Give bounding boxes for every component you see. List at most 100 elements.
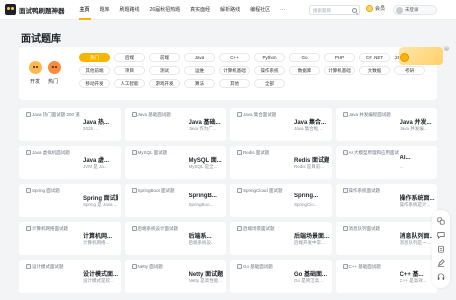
image-alt-text: AI 大模型原理和应用面试题 bbox=[348, 150, 399, 155]
question-bank-card[interactable]: Go 基础面试题 Go 基础面... Go 是简洁高... bbox=[230, 260, 332, 293]
broken-image-icon bbox=[131, 150, 137, 155]
image-alt-text: 后端场景面试题 bbox=[243, 226, 275, 231]
category-tag[interactable]: PHP bbox=[324, 53, 355, 62]
promo-banner[interactable]: × bbox=[395, 45, 453, 69]
broken-image-icon bbox=[342, 264, 348, 269]
duck-logo-icon bbox=[5, 4, 16, 15]
category-tag[interactable]: Java bbox=[184, 53, 215, 62]
vip-link[interactable]: 会员 bbox=[366, 5, 385, 12]
category-tag[interactable]: 数据库 bbox=[289, 66, 320, 75]
category-tag[interactable]: 运维 bbox=[184, 66, 215, 75]
question-bank-card[interactable]: AI 大模型原理和应用面试题 AI...... bbox=[335, 146, 437, 179]
card-cover-image: SpringCloud 面试题 bbox=[237, 188, 293, 213]
card-title: Java 虚... bbox=[83, 158, 110, 164]
category-tag[interactable]: 大数据 bbox=[359, 66, 390, 75]
question-bank-card[interactable]: 操作系统面试题 操作系统面... 操作系统是计... bbox=[335, 184, 437, 217]
image-alt-text: MySQL 面试题 bbox=[137, 150, 168, 155]
logo[interactable]: 面试鸭刷题神器 bbox=[5, 4, 65, 15]
close-icon[interactable]: × bbox=[444, 46, 449, 51]
headset-icon[interactable] bbox=[437, 273, 445, 281]
question-bank-card[interactable]: 设计模式面试题 设计模式面... 设计模式是软... bbox=[19, 260, 121, 293]
card-description: ... bbox=[399, 164, 404, 169]
image-alt-text: Go 基础面试题 bbox=[243, 264, 273, 269]
broken-image-icon bbox=[342, 188, 348, 193]
question-bank-card[interactable]: Java 基础面试题 Java 基础... Java 作为广... bbox=[124, 108, 226, 141]
category-tag[interactable]: 算法 bbox=[184, 79, 215, 88]
card-cover-image: Java 集合面试题 bbox=[237, 112, 293, 137]
page-title: 面试题库 bbox=[21, 34, 61, 45]
nav-item-community[interactable]: 编程社区 bbox=[245, 0, 275, 20]
card-description: 操作系统是计... bbox=[399, 202, 431, 207]
card-cover-image: 后端系统设计面试题 bbox=[131, 226, 188, 251]
search-input[interactable] bbox=[310, 7, 350, 13]
question-bank-card[interactable]: Redis 面试题 Redis 面试题 Redis 是目前... bbox=[230, 146, 332, 179]
category-tag[interactable]: 后端 bbox=[114, 53, 145, 62]
question-bank-card[interactable]: SpringBoot 面试题 SpringB... SpringBoo... bbox=[124, 184, 226, 217]
nav-item-interviews[interactable]: 真实面经 bbox=[185, 0, 215, 20]
category-filter-panel: 开发 热门 热门 后端 前端 Java C++ Python Go PHP C# .NET 26 … bbox=[19, 47, 437, 100]
nav-item-question-bank[interactable]: 题库 bbox=[95, 0, 115, 20]
card-description: 2025 ... bbox=[83, 126, 99, 131]
chat-icon[interactable] bbox=[437, 231, 445, 239]
clipboard-icon[interactable] bbox=[437, 245, 445, 253]
card-description: MySQL 是全... bbox=[188, 164, 218, 169]
card-title: Redis 面试题 bbox=[294, 158, 329, 164]
broken-image-icon bbox=[26, 264, 31, 269]
category-tag[interactable]: 计算机基础 bbox=[324, 66, 355, 75]
category-tag[interactable]: 前端 bbox=[149, 53, 180, 62]
question-bank-card[interactable]: Java 热门面试题 200 道 Java 热... 2025 ... bbox=[19, 108, 121, 141]
question-bank-card[interactable]: 消息队列面试题 消息队列面... 消息队列是一... bbox=[335, 222, 437, 255]
category-tag[interactable]: 移动开发 bbox=[79, 79, 110, 88]
nav-item-home[interactable]: 主页 bbox=[75, 0, 95, 20]
card-description: Go 是简洁高... bbox=[294, 278, 324, 283]
broken-image-icon bbox=[26, 112, 31, 117]
category-tag[interactable]: Go bbox=[289, 53, 320, 62]
question-bank-card[interactable]: Java 并发编程面试题 Java 并发... Java 并发编... bbox=[335, 108, 437, 141]
translate-icon[interactable] bbox=[437, 217, 445, 225]
category-tag[interactable]: 热门 bbox=[79, 53, 110, 62]
card-description: Java 并发编... bbox=[399, 126, 428, 131]
hot-category-group: 开发 热门 bbox=[27, 61, 87, 91]
question-bank-card[interactable]: MySQL 面试题 MySQL 面... MySQL 是全... bbox=[124, 146, 226, 179]
question-bank-card[interactable]: 计算机网络面试题 计算机网... 计算机网络... bbox=[19, 222, 121, 255]
login-button[interactable]: 未登录 bbox=[393, 5, 437, 15]
category-tag[interactable]: 人工智能 bbox=[114, 79, 145, 88]
category-tag[interactable]: 游戏开发 bbox=[149, 79, 180, 88]
search-icon[interactable] bbox=[352, 7, 357, 13]
category-tag[interactable]: C# .NET bbox=[359, 53, 390, 62]
broken-image-icon bbox=[131, 112, 137, 117]
image-alt-text: Redis 面试题 bbox=[243, 150, 270, 155]
question-bank-card[interactable]: Java 集合面试题 Java 集合... Java 集合框... bbox=[230, 108, 332, 141]
card-cover-image: 后端场景面试题 bbox=[237, 226, 293, 251]
category-tag[interactable]: 项目 bbox=[114, 66, 145, 75]
category-tag[interactable]: 计算机基础 bbox=[219, 66, 250, 75]
image-alt-text: Java 热门面试题 200 道 bbox=[32, 112, 80, 117]
category-tag[interactable]: 其他前端 bbox=[79, 66, 110, 75]
broken-image-icon bbox=[237, 150, 242, 155]
card-title: Go 基础面... bbox=[294, 272, 328, 278]
category-tag[interactable]: C++ bbox=[219, 53, 250, 62]
category-tag[interactable]: 操作系统 bbox=[254, 66, 285, 75]
card-title: 后端系... bbox=[188, 234, 212, 240]
edit-icon[interactable] bbox=[437, 259, 445, 267]
category-tag[interactable]: 全部 bbox=[254, 79, 285, 88]
question-bank-card[interactable]: 后端系统设计面试题 后端系... 后端系统设... bbox=[124, 222, 226, 255]
broken-image-icon bbox=[26, 188, 31, 193]
nav-more[interactable]: ··· bbox=[275, 0, 290, 20]
category-tag[interactable]: Python bbox=[254, 53, 285, 62]
question-bank-card[interactable]: Java 虚拟机面试题 Java 虚... JVM 是 Ja... bbox=[19, 146, 121, 179]
image-alt-text: Java 并发编程面试题 bbox=[348, 112, 391, 117]
category-tag[interactable]: 测试 bbox=[149, 66, 180, 75]
card-title: 后端场景面... bbox=[294, 234, 329, 240]
nav-item-analysis[interactable]: 解析路线 bbox=[215, 0, 245, 20]
question-bank-card[interactable]: SpringCloud 面试题 Spring... SpringClo... bbox=[230, 184, 332, 217]
question-bank-card[interactable]: 后端场景面试题 后端场景面... 后端开发中常... bbox=[230, 222, 332, 255]
card-title: 计算机网... bbox=[83, 234, 113, 240]
question-bank-card[interactable]: Spring 面试题 Spring 面试题 Spring 是 Java ... bbox=[19, 184, 121, 217]
category-tag[interactable]: 其他 bbox=[219, 79, 250, 88]
nav-item-hot-26[interactable]: 26届秋招热题 bbox=[145, 0, 186, 20]
question-bank-card[interactable]: Netty 面试题 Netty 面试题 Netty 是高性能... bbox=[124, 260, 226, 293]
question-bank-card[interactable]: C++ 基础面试题 C++ 基... C++ 是高效... bbox=[335, 260, 437, 293]
card-title: Netty 面试题 bbox=[188, 272, 224, 278]
nav-item-routes[interactable]: 刷题路线 bbox=[115, 0, 145, 20]
